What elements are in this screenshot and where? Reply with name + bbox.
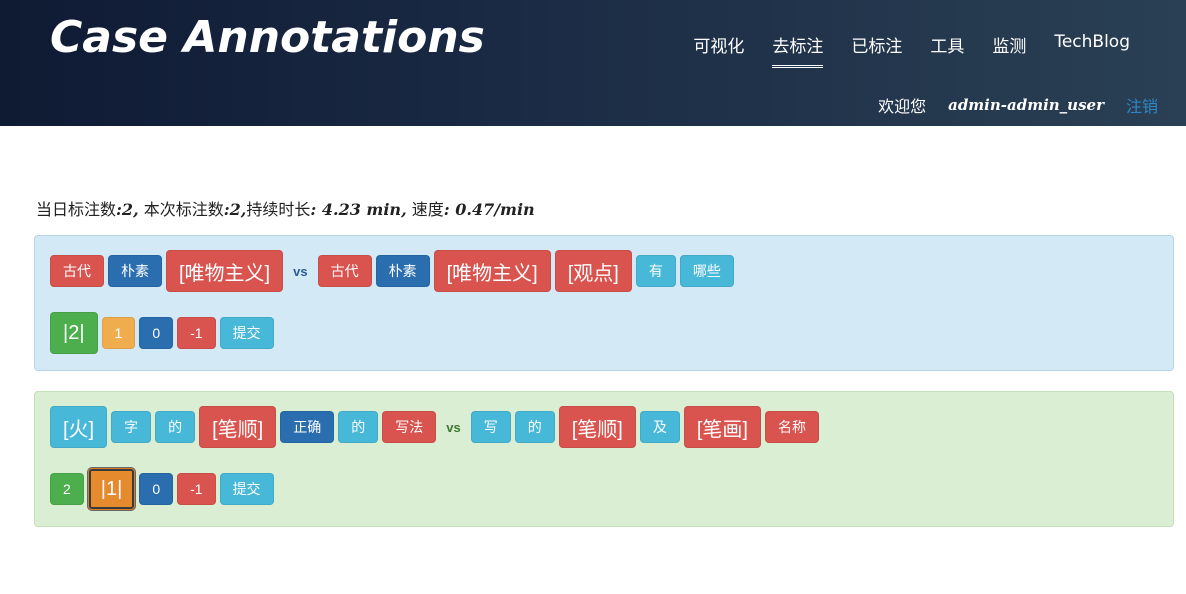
score-0-button[interactable]: 0: [139, 473, 174, 505]
nav-item-annotated[interactable]: 已标注: [851, 32, 902, 68]
score-2-button[interactable]: |2|: [50, 312, 98, 354]
score-minus-1-button[interactable]: -1: [177, 473, 216, 505]
token: 名称: [764, 411, 819, 443]
token-keyword: [唯物主义]: [433, 250, 551, 292]
token: 哪些: [679, 255, 734, 287]
nav-item-monitor[interactable]: 监测: [992, 32, 1026, 68]
token: 古代: [317, 255, 372, 287]
score-0-button[interactable]: 0: [139, 317, 174, 349]
case-1-tokens: 古代 朴素 [唯物主义] vs 古代 朴素 [唯物主义] [观点] 有 哪些: [50, 250, 1158, 292]
session-count-label: 本次标注数: [143, 200, 224, 219]
token: 古代: [50, 255, 104, 287]
token-keyword: [火]: [50, 406, 108, 448]
token: 写: [470, 411, 511, 443]
token: 字: [111, 411, 152, 443]
daily-count-value: 2: [121, 200, 134, 219]
annotation-stats: 当日标注数:2, 本次标注数:2,持续时长: 4.23 min, 速度: 0.4…: [36, 200, 535, 219]
logout-link[interactable]: 注销: [1126, 93, 1158, 117]
token-keyword: [观点]: [554, 250, 632, 292]
score-1-button[interactable]: 1: [101, 317, 136, 349]
nav-item-annotate[interactable]: 去标注: [772, 32, 824, 68]
main-nav: 可视化 去标注 已标注 工具 监测 TechBlog: [693, 32, 1130, 68]
header-bar: Case Annotations 可视化 去标注 已标注 工具 监测 TechB…: [0, 0, 1186, 126]
brand-logo[interactable]: Case Annotations: [50, 12, 485, 63]
score-2-button[interactable]: 2: [50, 473, 84, 505]
case-card-1: 古代 朴素 [唯物主义] vs 古代 朴素 [唯物主义] [观点] 有 哪些 |…: [34, 235, 1174, 371]
daily-count-label: 当日标注数: [36, 200, 117, 219]
speed-label: 速度: [411, 200, 444, 219]
duration-value: 4.23 min: [321, 200, 402, 219]
case-card-2: [火] 字 的 [笔顺] 正确 的 写法 vs 写 的 [笔顺] 及 [笔画] …: [34, 391, 1174, 527]
vs-separator: vs: [446, 419, 461, 435]
nav-item-techblog[interactable]: TechBlog: [1054, 32, 1130, 68]
case-1-options: |2| 1 0 -1 提交: [50, 312, 1158, 354]
submit-button[interactable]: 提交: [219, 473, 274, 505]
token: 有: [635, 255, 676, 287]
token: 朴素: [108, 255, 162, 287]
user-bar: 欢迎您 admin-admin_user 注销: [878, 93, 1158, 117]
token: 的: [155, 411, 196, 443]
score-1-button[interactable]: |1|: [87, 468, 136, 510]
nav-item-visualize[interactable]: 可视化: [693, 32, 744, 68]
token: 正确: [280, 411, 335, 443]
case-2-options: 2 |1| 0 -1 提交: [50, 468, 1158, 510]
nav-item-tools[interactable]: 工具: [930, 32, 964, 68]
token-keyword: [唯物主义]: [166, 250, 284, 292]
token: 及: [639, 411, 680, 443]
token: 的: [514, 411, 555, 443]
vs-separator: vs: [293, 263, 308, 279]
token-keyword: [笔顺]: [199, 406, 277, 448]
token: 朴素: [375, 255, 430, 287]
submit-button[interactable]: 提交: [219, 317, 274, 349]
username: admin-admin_user: [948, 96, 1104, 114]
welcome-text: 欢迎您: [878, 97, 927, 116]
score-minus-1-button[interactable]: -1: [177, 317, 216, 349]
token: 写法: [382, 411, 437, 443]
token-keyword: [笔画]: [683, 406, 761, 448]
session-count-value: 2: [229, 200, 241, 219]
duration-label: 持续时长: [246, 200, 311, 219]
case-2-tokens: [火] 字 的 [笔顺] 正确 的 写法 vs 写 的 [笔顺] 及 [笔画] …: [50, 406, 1158, 448]
token: 的: [338, 411, 379, 443]
speed-value: 0.47/min: [455, 200, 535, 219]
token-keyword: [笔顺]: [558, 406, 636, 448]
